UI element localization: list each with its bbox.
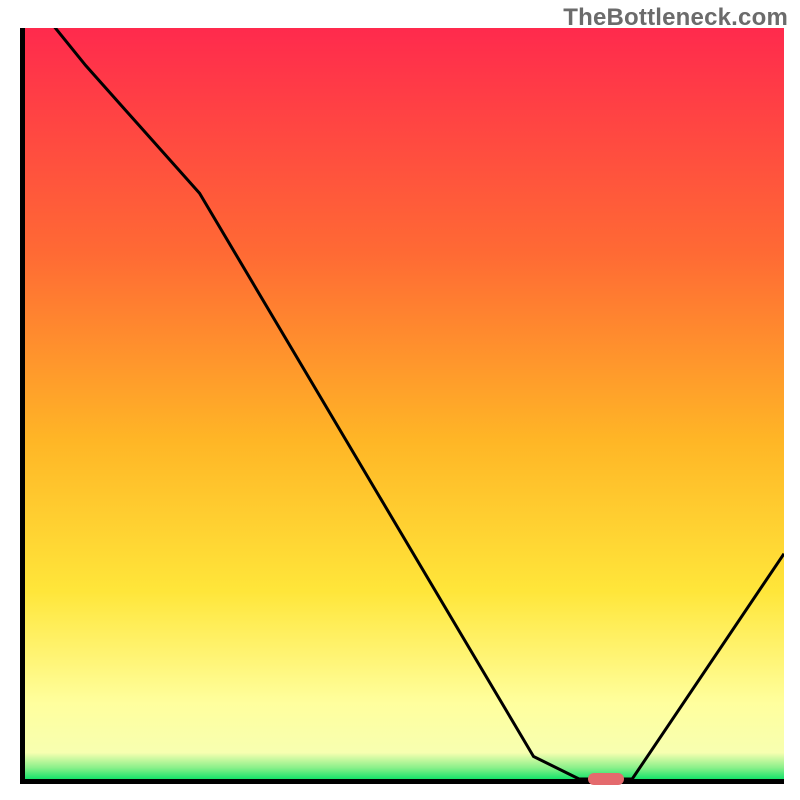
gradient-rect <box>25 28 784 779</box>
watermark-text: TheBottleneck.com <box>563 4 788 32</box>
optimal-marker <box>588 773 624 785</box>
chart-frame: TheBottleneck.com <box>0 0 800 800</box>
chart-svg <box>25 28 784 779</box>
plot-area <box>20 28 784 784</box>
